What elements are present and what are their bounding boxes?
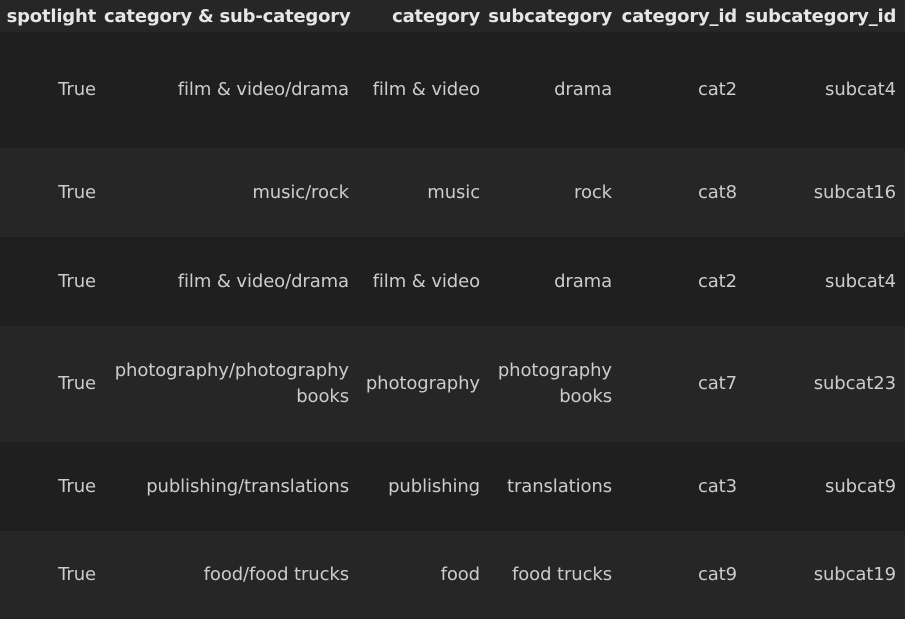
cell-category-id: cat7 xyxy=(620,326,745,442)
cell-subcategory: food trucks xyxy=(488,531,620,619)
cell-category-subcategory: food/food trucks xyxy=(104,531,357,619)
table-row: True film & video/drama film & video dra… xyxy=(0,32,905,148)
cell-subcategory: drama xyxy=(488,237,620,326)
header-row: spotlight category & sub-category catego… xyxy=(0,0,905,32)
table-row: True music/rock music rock cat8 subcat16 xyxy=(0,148,905,237)
cell-category-id: cat9 xyxy=(620,531,745,619)
cell-category-id: cat3 xyxy=(620,442,745,531)
cell-category: music xyxy=(357,148,488,237)
column-header-subcategory-id[interactable]: subcategory_id xyxy=(745,0,905,32)
cell-subcategory-id: subcat4 xyxy=(745,32,905,148)
cell-subcategory: photography books xyxy=(488,326,620,442)
cell-category-id: cat8 xyxy=(620,148,745,237)
cell-spotlight: True xyxy=(0,442,104,531)
cell-category: publishing xyxy=(357,442,488,531)
cell-spotlight: True xyxy=(0,531,104,619)
cell-category-subcategory: publishing/translations xyxy=(104,442,357,531)
cell-category: film & video xyxy=(357,32,488,148)
column-header-spotlight[interactable]: spotlight xyxy=(0,0,104,32)
cell-subcategory: translations xyxy=(488,442,620,531)
cell-category-subcategory: music/rock xyxy=(104,148,357,237)
cell-subcategory-id: subcat16 xyxy=(745,148,905,237)
table-row: True film & video/drama film & video dra… xyxy=(0,237,905,326)
cell-subcategory-id: subcat23 xyxy=(745,326,905,442)
cell-subcategory-id: subcat19 xyxy=(745,531,905,619)
data-table: spotlight category & sub-category catego… xyxy=(0,0,905,619)
cell-category: film & video xyxy=(357,237,488,326)
cell-subcategory-id: subcat9 xyxy=(745,442,905,531)
cell-category-id: cat2 xyxy=(620,32,745,148)
table-row: True photography/photography books photo… xyxy=(0,326,905,442)
cell-category-subcategory: photography/photography books xyxy=(104,326,357,442)
cell-category-subcategory: film & video/drama xyxy=(104,32,357,148)
table-row: True publishing/translations publishing … xyxy=(0,442,905,531)
cell-spotlight: True xyxy=(0,32,104,148)
cell-spotlight: True xyxy=(0,326,104,442)
table-header: spotlight category & sub-category catego… xyxy=(0,0,905,32)
column-header-category-subcategory[interactable]: category & sub-category xyxy=(104,0,357,32)
cell-subcategory: drama xyxy=(488,32,620,148)
cell-category: food xyxy=(357,531,488,619)
table-body: True film & video/drama film & video dra… xyxy=(0,32,905,619)
table-row: True food/food trucks food food trucks c… xyxy=(0,531,905,619)
cell-category-id: cat2 xyxy=(620,237,745,326)
cell-category: photography xyxy=(357,326,488,442)
cell-category-subcategory: film & video/drama xyxy=(104,237,357,326)
column-header-subcategory[interactable]: subcategory xyxy=(488,0,620,32)
cell-spotlight: True xyxy=(0,237,104,326)
cell-spotlight: True xyxy=(0,148,104,237)
column-header-category[interactable]: category xyxy=(357,0,488,32)
cell-subcategory-id: subcat4 xyxy=(745,237,905,326)
column-header-category-id[interactable]: category_id xyxy=(620,0,745,32)
cell-subcategory: rock xyxy=(488,148,620,237)
